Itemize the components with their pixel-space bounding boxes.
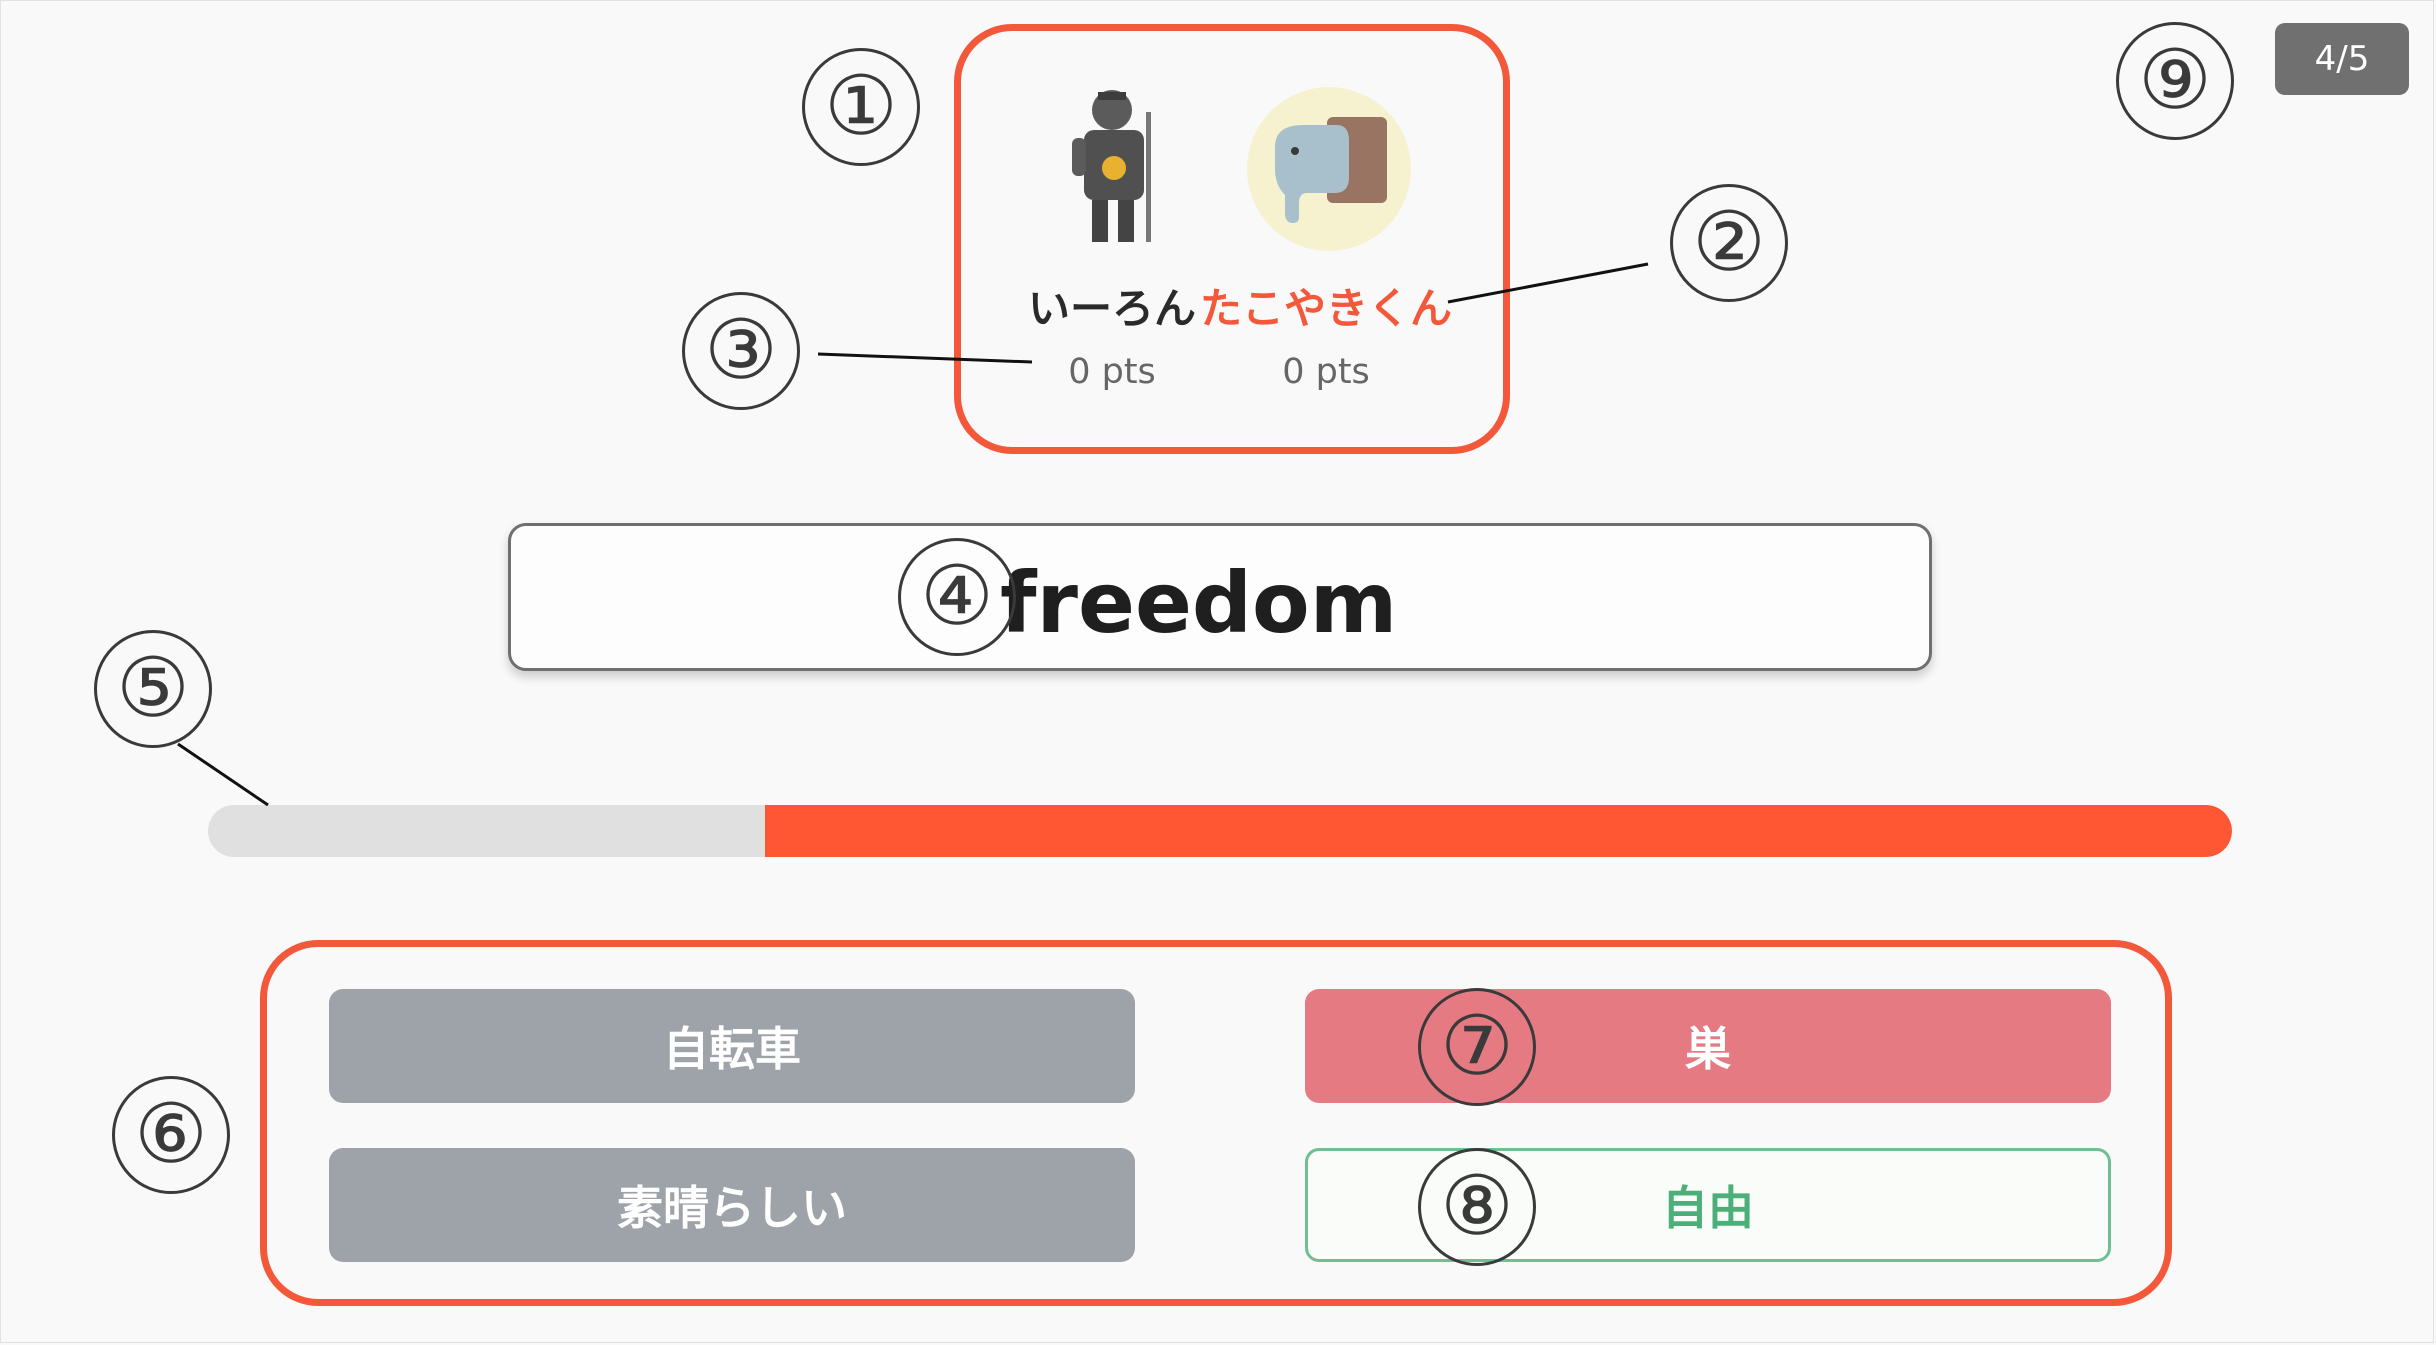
annotation-marker-2: ② (1670, 184, 1788, 302)
annotation-marker-8: ⑧ (1418, 1148, 1536, 1266)
annotation-marker-7: ⑦ (1418, 988, 1536, 1106)
annotation-marker-9: ⑨ (2116, 22, 2234, 140)
annotation-marker-6: ⑥ (112, 1076, 230, 1194)
annotation-leader-lines (177, 262, 1649, 807)
annotation-marker-5: ⑤ (94, 630, 212, 748)
annotation-marker-3: ③ (682, 292, 800, 410)
annotation-marker-4: ④ (898, 538, 1016, 656)
annotation-marker-1: ① (802, 48, 920, 166)
